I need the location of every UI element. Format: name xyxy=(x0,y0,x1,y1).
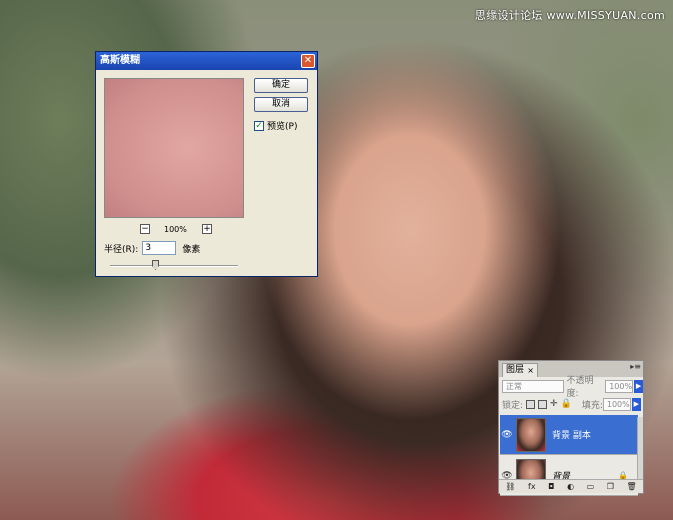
lock-label: 锁定: xyxy=(502,400,524,411)
zoom-controls: − 100% + xyxy=(104,224,244,236)
lock-fill-row: 锁定: ✛ 🔒 填充: 100% ▶ xyxy=(502,397,641,411)
lock-transparent-icon[interactable] xyxy=(526,399,536,409)
preview-label: 预览(P) xyxy=(267,122,298,132)
fx-icon[interactable]: fx xyxy=(528,482,536,491)
mask-icon[interactable]: ◘ xyxy=(548,482,554,491)
close-icon[interactable]: ✕ xyxy=(301,54,315,68)
zoom-out-button[interactable]: − xyxy=(140,224,150,234)
fill-input[interactable]: 100% xyxy=(602,397,631,411)
radius-row: 半径(R): 3 像素 xyxy=(104,241,200,255)
layers-panel: 图层 × ▸≡ 正常 不透明度: 100% ▶ 锁定: ✛ 🔒 填充: 100%… xyxy=(498,360,644,496)
zoom-in-button[interactable]: + xyxy=(202,224,212,234)
radius-label: 半径(R): xyxy=(104,244,139,255)
blend-mode-select[interactable]: 正常 xyxy=(502,379,564,393)
gaussian-blur-dialog: 高斯模糊 ✕ − 100% + 确定 取消 ✓ 预览(P) 半径(R): 3 像… xyxy=(95,51,318,277)
cancel-button[interactable]: 取消 xyxy=(254,97,308,112)
tab-label: 图层 xyxy=(506,365,525,375)
link-icon[interactable]: ⛓ xyxy=(505,482,515,491)
lock-all-icon[interactable]: 🔒 xyxy=(561,399,572,409)
new-layer-icon[interactable]: ❐ xyxy=(607,482,614,491)
layer-row-background-copy[interactable]: 👁 背景 副本 xyxy=(500,415,638,455)
slider-thumb[interactable] xyxy=(152,260,159,270)
ok-button[interactable]: 确定 xyxy=(254,78,308,93)
fill-label: 填充: xyxy=(581,400,603,411)
layer-thumbnail xyxy=(516,417,546,452)
fill-arrow-icon[interactable]: ▶ xyxy=(631,397,641,411)
group-icon[interactable]: ▭ xyxy=(587,482,595,491)
dialog-title: 高斯模糊 xyxy=(100,55,140,66)
radius-unit: 像素 xyxy=(182,244,201,255)
panel-menu-icon[interactable]: ▸≡ xyxy=(630,362,641,371)
opacity-input[interactable]: 100% xyxy=(605,379,634,393)
trash-icon[interactable]: 🗑 xyxy=(627,482,637,491)
blur-preview[interactable] xyxy=(104,78,244,218)
layers-bottom-toolbar: ⛓ fx ◘ ◐ ▭ ❐ 🗑 xyxy=(499,479,643,493)
eye-icon[interactable]: 👁 xyxy=(500,430,514,440)
opacity-label: 不透明度: xyxy=(566,376,594,399)
preview-checkbox[interactable]: ✓ xyxy=(254,120,264,131)
tab-layers[interactable]: 图层 × xyxy=(502,363,538,377)
lock-position-icon[interactable]: ✛ xyxy=(550,399,558,409)
blend-opacity-row: 正常 不透明度: 100% ▶ xyxy=(502,376,643,399)
preview-toggle[interactable]: ✓ 预览(P) xyxy=(254,119,297,132)
radius-slider[interactable] xyxy=(110,260,238,270)
watermark-text: 思缘设计论坛 www.MISSYUAN.com xyxy=(474,9,665,22)
dialog-titlebar[interactable]: 高斯模糊 ✕ xyxy=(96,52,317,70)
photo-canvas: 思缘设计论坛 www.MISSYUAN.com 高斯模糊 ✕ − 100% + … xyxy=(0,0,673,520)
lock-image-icon[interactable] xyxy=(538,399,548,409)
tab-close-icon[interactable]: × xyxy=(527,365,534,377)
zoom-level: 100% xyxy=(164,225,187,234)
opacity-arrow-icon[interactable]: ▶ xyxy=(634,379,643,393)
layer-name: 背景 副本 xyxy=(552,431,591,441)
layers-scrollbar[interactable] xyxy=(637,417,643,481)
adjustment-icon[interactable]: ◐ xyxy=(567,482,574,491)
radius-input[interactable]: 3 xyxy=(142,241,177,255)
